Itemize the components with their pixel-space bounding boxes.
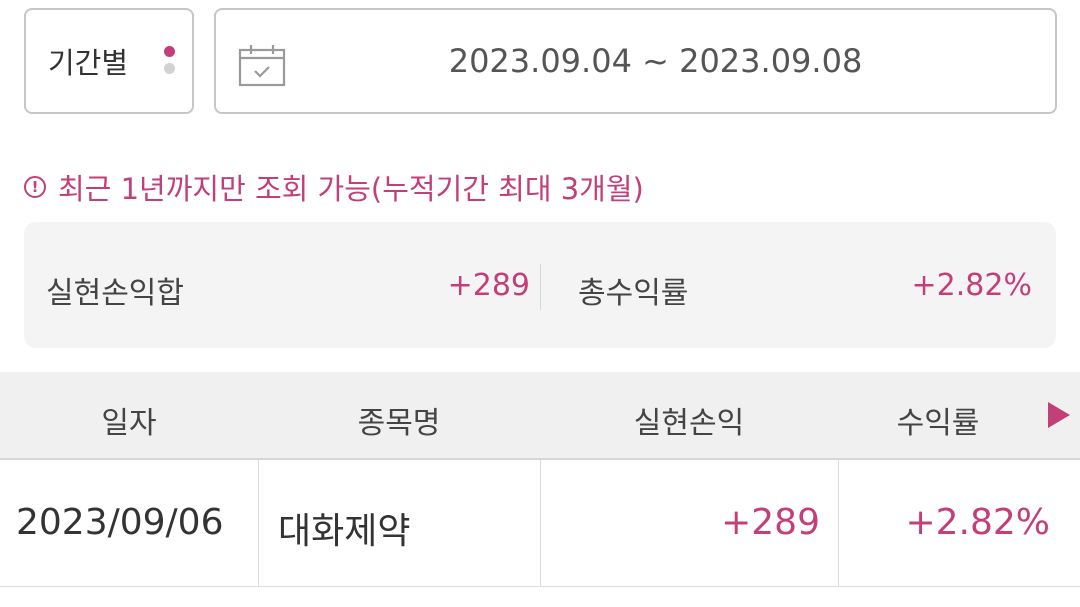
- table-header: 일자 종목명 실현손익 수익률: [0, 372, 1080, 460]
- total-return-label: 총수익률: [578, 276, 689, 311]
- header-return-rate: 수익률: [896, 406, 980, 441]
- column-divider: [838, 460, 839, 586]
- cell-date: 2023/09/06: [16, 502, 224, 543]
- notice-text: 최근 1년까지만 조회 가능(누적기간 최대 3개월): [58, 172, 644, 206]
- scroll-right-icon[interactable]: [1048, 402, 1070, 428]
- header-realized-pl: 실현손익: [633, 406, 745, 441]
- info-circle-icon: !: [24, 176, 46, 198]
- period-selector[interactable]: 기간별: [24, 8, 194, 114]
- summary-divider: [540, 264, 541, 310]
- total-return-value: +2.82%: [911, 268, 1032, 303]
- cell-stock-name: 대화제약: [278, 511, 411, 552]
- header-date: 일자: [101, 406, 157, 441]
- table-row[interactable]: 2023/09/06 대화제약 +289 +2.82%: [0, 460, 1080, 587]
- realized-pl-screen: 기간별 2023.09.04 ~ 2023.09.08 ! 최근 1년까지만 조…: [0, 0, 1080, 607]
- period-label: 기간별: [48, 46, 129, 80]
- column-divider: [258, 460, 259, 586]
- header-stock-name: 종목명: [357, 406, 441, 441]
- notice: ! 최근 1년까지만 조회 가능(누적기간 최대 3개월): [24, 166, 644, 208]
- cell-return-rate: +2.82%: [905, 502, 1050, 543]
- column-divider: [540, 460, 541, 586]
- realized-pl-value: +289: [447, 268, 530, 303]
- period-toggle-dots-icon: [164, 46, 176, 80]
- summary-panel: 실현손익합 +289 총수익률 +2.82%: [24, 222, 1056, 348]
- cell-realized-pl: +289: [721, 502, 820, 543]
- date-range-text: 2023.09.04 ~ 2023.09.08: [448, 42, 863, 80]
- date-range-picker[interactable]: 2023.09.04 ~ 2023.09.08: [214, 8, 1057, 114]
- realized-pl-label: 실현손익합: [46, 276, 184, 311]
